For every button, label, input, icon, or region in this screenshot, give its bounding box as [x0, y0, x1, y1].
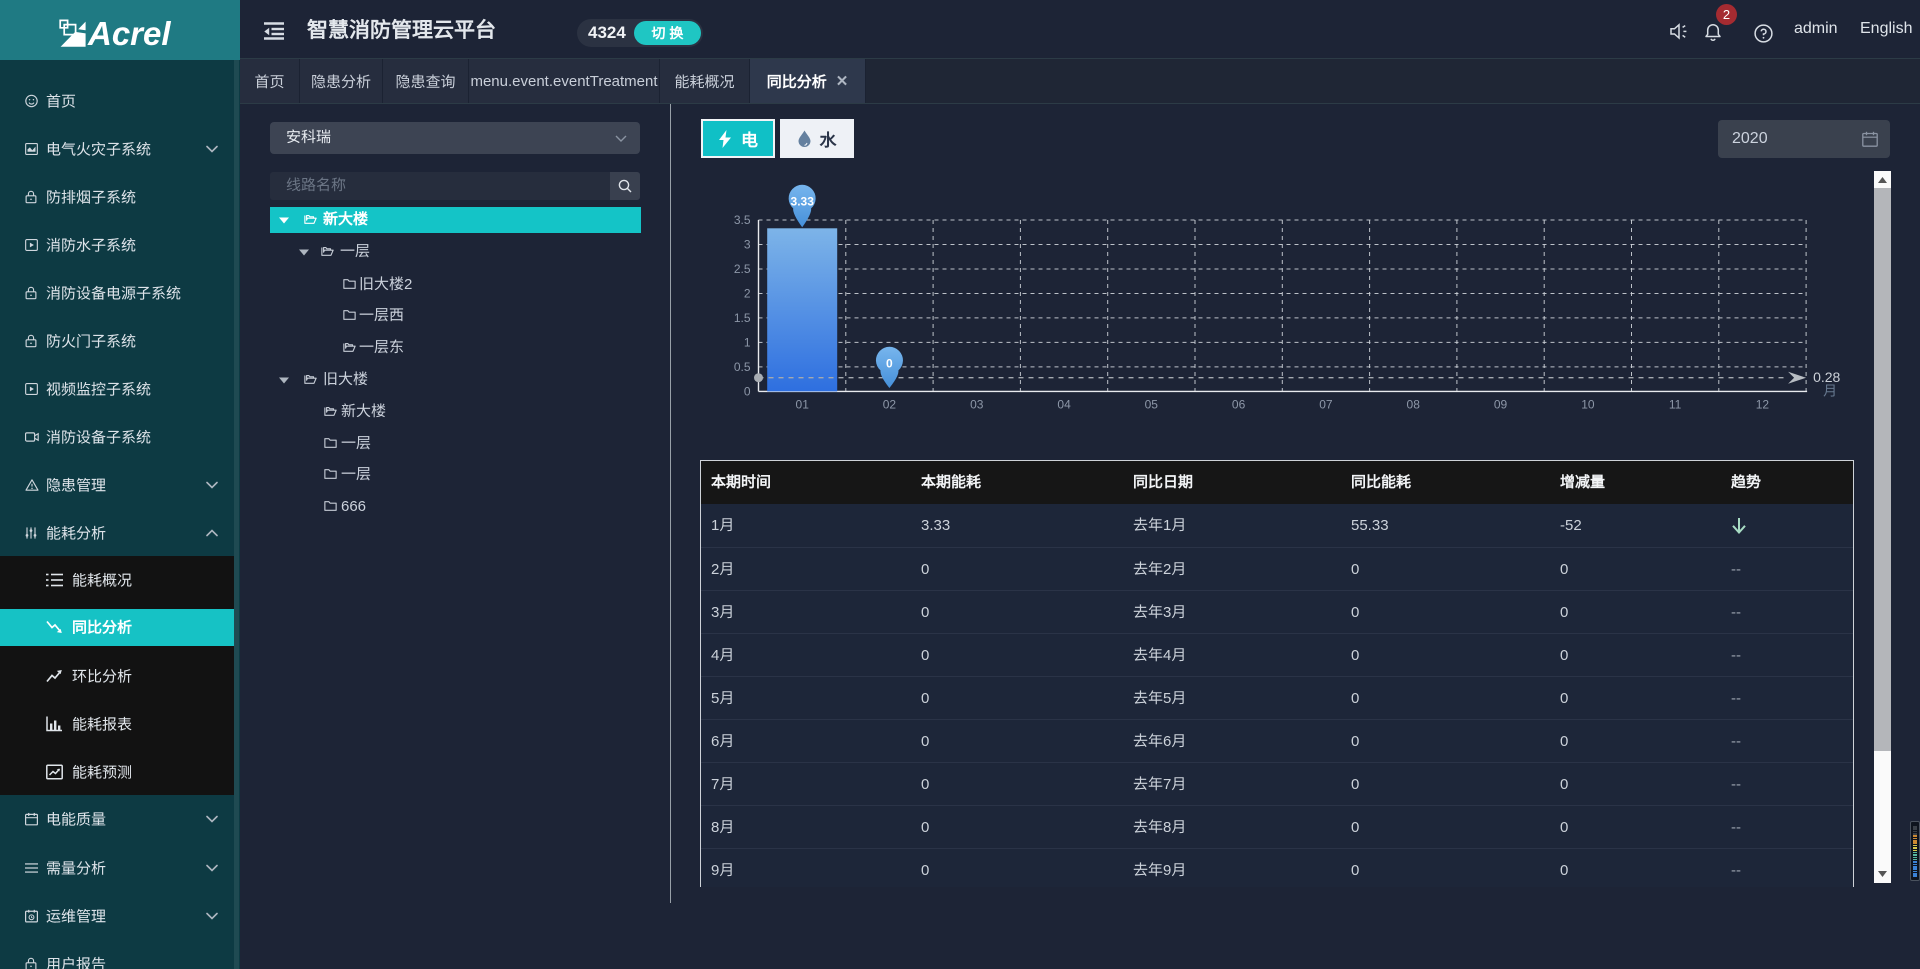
svg-text:1: 1: [744, 335, 751, 349]
svg-text:12: 12: [1756, 397, 1770, 411]
svg-text:01: 01: [796, 397, 810, 411]
svg-text:0: 0: [886, 357, 893, 371]
svg-text:2: 2: [744, 287, 751, 301]
svg-text:08: 08: [1407, 397, 1421, 411]
svg-text:03: 03: [970, 397, 984, 411]
svg-text:3.33: 3.33: [791, 195, 815, 209]
svg-text:04: 04: [1057, 397, 1071, 411]
svg-text:0: 0: [744, 384, 751, 398]
svg-text:3.5: 3.5: [734, 213, 751, 227]
svg-text:3: 3: [744, 238, 751, 252]
svg-text:1.5: 1.5: [734, 311, 751, 325]
svg-text:11: 11: [1669, 397, 1682, 411]
svg-text:2.5: 2.5: [734, 262, 751, 276]
svg-text:09: 09: [1494, 397, 1508, 411]
svg-text:0.5: 0.5: [734, 360, 751, 374]
svg-text:02: 02: [883, 397, 897, 411]
svg-text:月: 月: [1823, 382, 1837, 398]
svg-text:05: 05: [1145, 397, 1159, 411]
svg-text:10: 10: [1581, 397, 1595, 411]
svg-text:06: 06: [1232, 397, 1246, 411]
svg-text:07: 07: [1319, 397, 1333, 411]
